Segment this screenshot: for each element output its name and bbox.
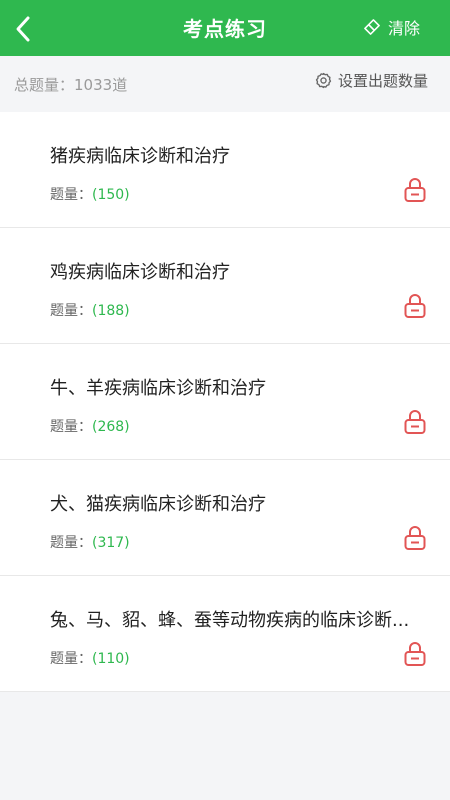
list-item[interactable]: 犬、猫疾病临床诊断和治疗 题量：(317) [0, 460, 450, 576]
topic-list: 猪疾病临床诊断和治疗 题量：(150) 鸡疾病临床诊断和治疗 题量：(188) … [0, 112, 450, 692]
item-title: 犬、猫疾病临床诊断和治疗 [50, 494, 266, 515]
total-value: 1033道 [74, 76, 128, 94]
list-item[interactable]: 鸡疾病临床诊断和治疗 题量：(188) [0, 228, 450, 344]
clear-button[interactable]: 清除 [364, 15, 420, 39]
gear-icon [315, 72, 332, 89]
item-count: 题量：(268) [50, 419, 130, 435]
set-question-count-button[interactable]: 设置出题数量 [315, 70, 428, 91]
total-count: 总题量：1033道 [14, 74, 127, 95]
lock-icon [402, 176, 428, 204]
item-count: 题量：(110) [50, 651, 130, 667]
summary-bar: 总题量：1033道 设置出题数量 [0, 56, 450, 108]
lock-icon [402, 408, 428, 436]
item-title: 兔、马、貂、蜂、蚕等动物疾病的临床诊断... [50, 610, 410, 631]
item-count: 题量：(188) [50, 303, 130, 319]
item-count: 题量：(150) [50, 187, 130, 203]
app-header: 考点练习 清除 [0, 0, 450, 56]
list-item[interactable]: 牛、羊疾病临床诊断和治疗 题量：(268) [0, 344, 450, 460]
settings-label: 设置出题数量 [337, 72, 428, 90]
eraser-icon [364, 19, 380, 35]
list-item[interactable]: 猪疾病临床诊断和治疗 题量：(150) [0, 112, 450, 228]
lock-icon [402, 640, 428, 668]
item-title: 鸡疾病临床诊断和治疗 [50, 262, 230, 283]
total-label: 总题量： [14, 76, 75, 94]
lock-icon [402, 292, 428, 320]
item-count: 题量：(317) [50, 535, 130, 551]
item-title: 猪疾病临床诊断和治疗 [50, 146, 230, 167]
list-item[interactable]: 兔、马、貂、蜂、蚕等动物疾病的临床诊断... 题量：(110) [0, 576, 450, 692]
clear-label: 清除 [387, 19, 420, 38]
item-title: 牛、羊疾病临床诊断和治疗 [50, 378, 266, 399]
lock-icon [402, 524, 428, 552]
